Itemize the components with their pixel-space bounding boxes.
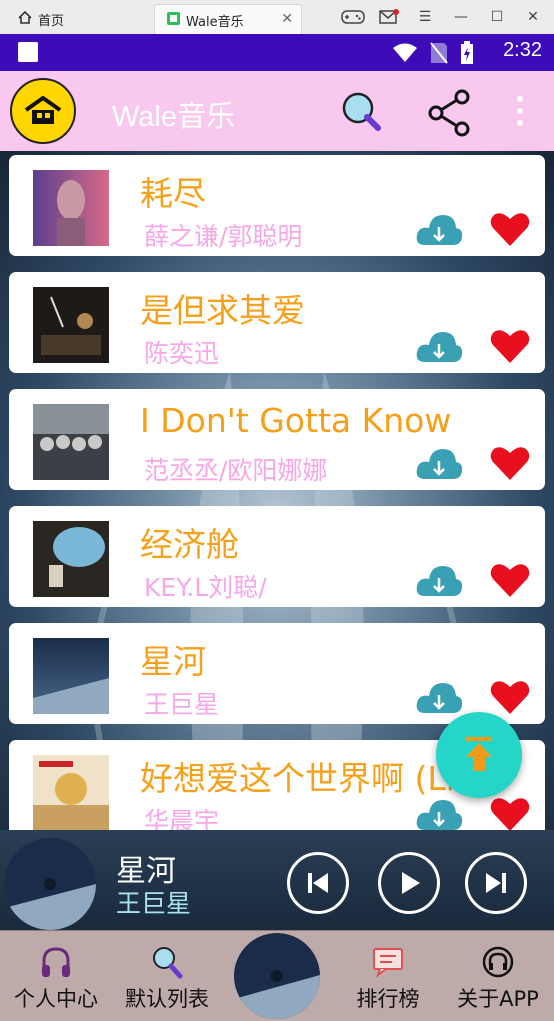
song-item[interactable]: 星河 王巨星 xyxy=(9,623,545,724)
nav-about-app[interactable]: 关于APP xyxy=(448,945,548,1013)
song-item[interactable]: I Don't Gotta Know 范丞丞/欧阳娜娜 xyxy=(9,389,545,490)
app-tab-icon xyxy=(167,11,180,29)
emulator-home-tab-label: 首页 xyxy=(38,13,65,29)
app-title: Wale音乐 xyxy=(112,101,235,133)
heart-icon[interactable] xyxy=(490,562,530,598)
headphones-icon xyxy=(42,947,70,977)
battery-icon xyxy=(460,41,474,69)
minimize-icon[interactable]: — xyxy=(448,6,474,28)
emulator-app-tab-label: Wale音乐 xyxy=(186,14,244,30)
heart-icon[interactable] xyxy=(490,445,530,481)
album-cover xyxy=(33,404,109,480)
download-cloud-icon[interactable] xyxy=(415,562,463,600)
download-cloud-icon[interactable] xyxy=(415,445,463,483)
wifi-icon xyxy=(392,43,418,67)
heart-icon[interactable] xyxy=(490,328,530,364)
share-button[interactable] xyxy=(426,89,474,137)
app-bar: Wale音乐 xyxy=(0,71,554,151)
album-cover xyxy=(33,170,109,246)
maximize-icon[interactable]: ☐ xyxy=(484,6,510,28)
notification-icon xyxy=(18,42,38,62)
close-window-icon[interactable]: ✕ xyxy=(520,6,546,28)
no-sim-icon xyxy=(430,42,448,68)
arrow-up-icon xyxy=(466,737,492,771)
song-title: 经济舱 xyxy=(140,525,239,564)
song-title: 星河 xyxy=(140,642,206,681)
share-icon xyxy=(428,89,470,137)
close-tab-icon[interactable]: ✕ xyxy=(281,11,293,27)
bottom-navigation: 个人中心 默认列表 排行榜 关于APP xyxy=(0,930,554,1021)
nav-default-list[interactable]: 默认列表 xyxy=(118,945,216,1013)
nav-personal-center[interactable]: 个人中心 xyxy=(4,945,108,1013)
song-artist: 陈奕迅 xyxy=(144,339,220,368)
scroll-to-top-button[interactable] xyxy=(436,712,522,798)
next-button[interactable] xyxy=(465,852,527,914)
song-item[interactable]: 经济舱 KEY.L刘聪/ xyxy=(9,506,545,607)
nav-ranking[interactable]: 排行榜 xyxy=(348,945,428,1013)
heart-icon[interactable] xyxy=(490,211,530,247)
song-artist: 王巨星 xyxy=(144,690,220,719)
chat-list-icon xyxy=(373,948,403,978)
search-icon xyxy=(342,92,381,131)
nav-label: 排行榜 xyxy=(356,987,420,1011)
heart-icon[interactable] xyxy=(490,679,530,715)
emulator-title-bar: 首页 Wale音乐 ✕ ☰ — ☐ ✕ xyxy=(0,0,554,35)
house-icon xyxy=(24,96,62,124)
clock: 2:32 xyxy=(503,39,542,61)
skip-next-icon xyxy=(486,873,506,893)
status-bar: 2:32 xyxy=(0,34,554,71)
download-cloud-icon[interactable] xyxy=(415,328,463,366)
player-bar: 星河 王巨星 xyxy=(0,830,554,930)
album-cover xyxy=(33,638,109,714)
download-cloud-icon[interactable] xyxy=(415,679,463,717)
emulator-app-tab[interactable]: Wale音乐 ✕ xyxy=(154,4,302,35)
nav-label: 个人中心 xyxy=(14,987,98,1011)
mail-icon[interactable] xyxy=(376,6,402,28)
overflow-menu-button[interactable] xyxy=(510,93,530,129)
album-cover xyxy=(33,287,109,363)
center-disc-button[interactable] xyxy=(234,933,320,1019)
now-playing-artist: 王巨星 xyxy=(116,889,192,918)
play-icon xyxy=(402,872,420,894)
song-artist: 范丞丞/欧阳娜娜 xyxy=(144,456,328,485)
search-button[interactable] xyxy=(340,91,384,131)
song-title: 是但求其爱 xyxy=(140,291,305,330)
emulator-home-tab[interactable]: 首页 xyxy=(6,4,146,34)
nav-label: 默认列表 xyxy=(125,987,209,1011)
song-title: 好想爱这个世界啊 (Li xyxy=(140,759,455,798)
skip-previous-icon xyxy=(308,873,328,893)
song-item[interactable]: 是但求其爱 陈奕迅 xyxy=(9,272,545,373)
nav-label: 关于APP xyxy=(457,987,539,1011)
search-icon xyxy=(153,947,183,979)
home-button[interactable] xyxy=(10,78,76,144)
song-artist: 薛之谦/郭聪明 xyxy=(144,222,303,251)
more-vertical-icon xyxy=(517,96,523,126)
album-cover xyxy=(33,755,109,830)
song-item[interactable]: 耗尽 薛之谦/郭聪明 xyxy=(9,155,545,256)
heart-icon[interactable] xyxy=(490,796,530,830)
gamepad-icon[interactable] xyxy=(340,6,366,28)
song-title: I Don't Gotta Know xyxy=(140,401,452,440)
now-playing-cover[interactable] xyxy=(4,838,96,930)
song-artist: KEY.L刘聪/ xyxy=(144,573,267,602)
download-cloud-icon[interactable] xyxy=(415,211,463,249)
song-artist: 华晨宇 xyxy=(144,807,220,830)
headset-icon xyxy=(482,946,514,978)
song-title: 耗尽 xyxy=(140,174,206,213)
download-cloud-icon[interactable] xyxy=(415,796,463,830)
menu-icon[interactable]: ☰ xyxy=(412,6,438,28)
home-icon xyxy=(18,10,32,28)
previous-button[interactable] xyxy=(287,852,349,914)
album-cover xyxy=(33,521,109,597)
play-button[interactable] xyxy=(378,852,440,914)
